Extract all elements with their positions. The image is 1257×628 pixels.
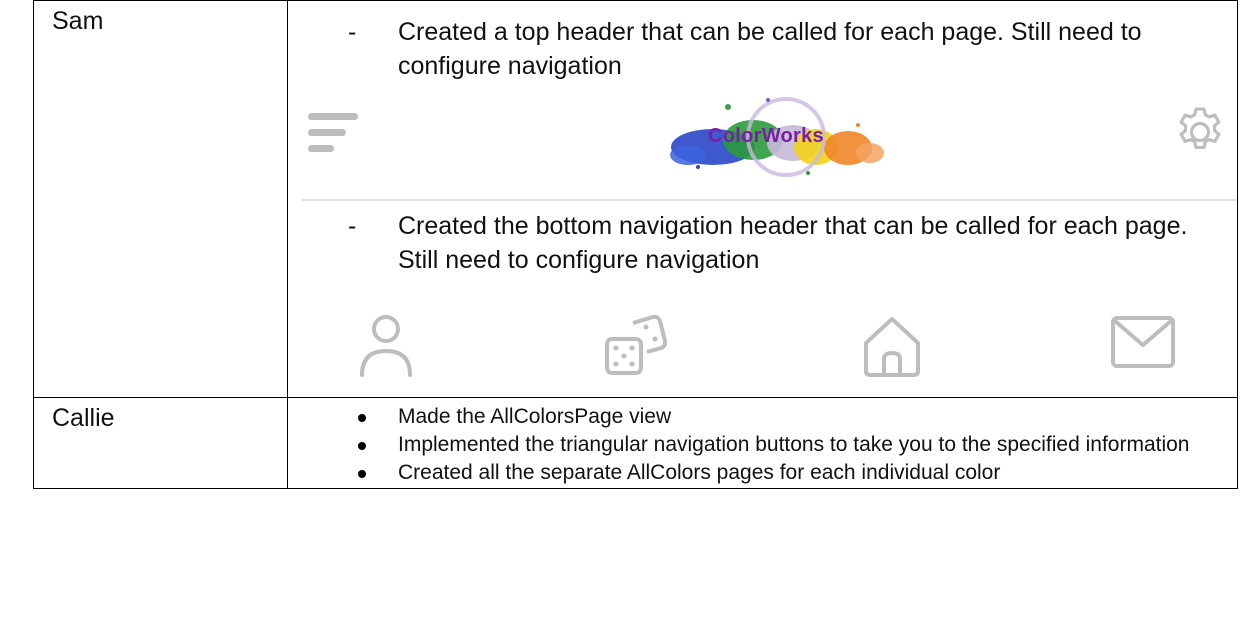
member-name: Callie [52,404,115,432]
gear-icon [1179,107,1221,150]
list-item: Implemented the triangular navigation bu… [358,432,1207,458]
person-icon [360,315,412,377]
bottom-nav-preview [288,305,1237,397]
list-item: Made the AllColorsPage view [358,404,1207,430]
note-item: - Created a top header that can be calle… [288,15,1237,83]
member-name-cell: Sam [33,0,288,398]
colorworks-logo: ColorWorks [658,85,898,190]
dash-marker: - [348,212,357,240]
header-divider [302,199,1237,201]
note-text: Created a top header that can be called … [398,18,1142,80]
mail-icon [1111,316,1175,368]
table-row: Callie Made the AllColorsPage view Imple… [33,397,1238,489]
dice-icon [605,314,667,375]
progress-table: Sam - Created a top header that can be c… [33,0,1238,489]
bullet-list: Made the AllColorsPage view Implemented … [288,398,1237,486]
member-notes-cell: - Created a top header that can be calle… [287,0,1238,398]
menu-icon [308,113,362,159]
note-text: Created the bottom navigation header tha… [398,212,1188,274]
member-notes-cell: Made the AllColorsPage view Implemented … [287,397,1238,489]
member-name: Sam [52,7,104,35]
logo-text: ColorWorks [708,125,824,147]
member-name-cell: Callie [33,397,288,489]
home-icon [864,317,920,377]
list-item: Created all the separate AllColors pages… [358,460,1207,486]
table-row: Sam - Created a top header that can be c… [33,0,1238,398]
dash-marker: - [348,18,357,46]
note-item: - Created the bottom navigation header t… [288,209,1237,277]
